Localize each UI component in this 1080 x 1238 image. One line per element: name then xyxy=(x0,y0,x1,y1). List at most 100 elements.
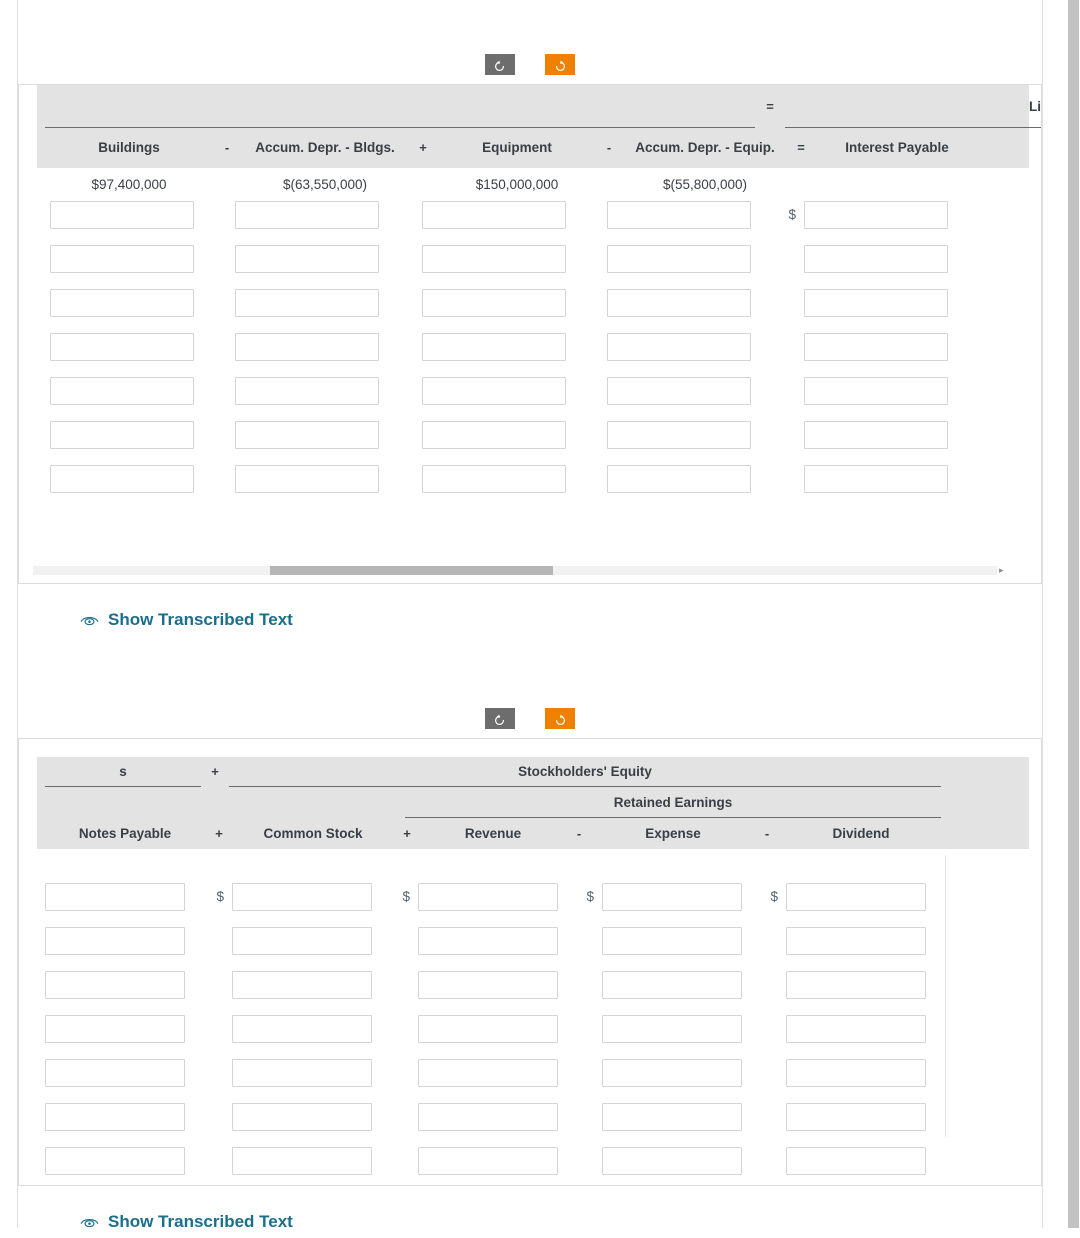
show-transcribed-text-label: Show Transcribed Text xyxy=(108,1212,293,1231)
entry-input-buildings[interactable] xyxy=(50,201,194,229)
entry-input-expense[interactable] xyxy=(602,971,742,999)
entry-input-common-stock[interactable] xyxy=(232,1103,372,1131)
table-row xyxy=(37,1103,1029,1147)
entry-input-notes-payable[interactable] xyxy=(45,971,185,999)
cell-notes-payable xyxy=(45,1015,185,1043)
entry-input-common-stock[interactable] xyxy=(232,1147,372,1175)
entry-input-accum-depr-bldgs[interactable] xyxy=(235,377,379,405)
cell-equipment xyxy=(422,201,566,229)
entry-input-dividend[interactable] xyxy=(786,927,926,955)
show-transcribed-text-link-1[interactable]: Show Transcribed Text xyxy=(18,604,293,636)
browser-scrollbar[interactable] xyxy=(1066,0,1080,1228)
entry-input-revenue[interactable] xyxy=(418,1015,558,1043)
table-row xyxy=(37,245,1029,289)
entry-input-accum-depr-bldgs[interactable] xyxy=(235,421,379,449)
entry-input-accum-depr-equip[interactable] xyxy=(607,421,751,449)
undo-button[interactable] xyxy=(484,54,515,75)
entry-input-buildings[interactable] xyxy=(50,465,194,493)
entry-input-accum-depr-bldgs[interactable] xyxy=(235,289,379,317)
column-header-cell: Buildings xyxy=(98,140,160,155)
table-vertical-divider xyxy=(945,855,946,1137)
redo-button[interactable] xyxy=(545,708,576,729)
entry-input-dividend[interactable] xyxy=(786,1103,926,1131)
redo-button[interactable] xyxy=(545,54,576,75)
entry-input-equipment[interactable] xyxy=(422,201,566,229)
horizontal-scrollbar-1[interactable]: ▸ xyxy=(19,558,1041,583)
entry-input-notes-payable[interactable] xyxy=(45,883,185,911)
entry-input-notes-payable[interactable] xyxy=(45,1147,185,1175)
entry-input-revenue[interactable] xyxy=(418,1103,558,1131)
entry-input-interest-payable[interactable] xyxy=(804,201,948,229)
entry-input-accum-depr-equip[interactable] xyxy=(607,333,751,361)
entry-input-buildings[interactable] xyxy=(50,421,194,449)
entry-input-accum-depr-bldgs[interactable] xyxy=(235,333,379,361)
entry-input-expense[interactable] xyxy=(602,927,742,955)
entry-input-revenue[interactable] xyxy=(418,971,558,999)
table-row xyxy=(37,333,1029,377)
entry-input-equipment[interactable] xyxy=(422,289,566,317)
show-transcribed-text-link-2[interactable]: Show Transcribed Text xyxy=(18,1206,293,1238)
worksheet-panel-2: s Stockholders' Equity + Retained Earnings… xyxy=(18,738,1042,1186)
entry-input-common-stock[interactable] xyxy=(232,883,372,911)
column-header-cell: Common Stock xyxy=(263,826,363,841)
entry-input-interest-payable[interactable] xyxy=(804,377,948,405)
cell-expense xyxy=(602,927,742,955)
entry-input-notes-payable[interactable] xyxy=(45,1015,185,1043)
currency-symbol: $ xyxy=(586,889,594,904)
entry-input-common-stock[interactable] xyxy=(232,1015,372,1043)
entry-input-buildings[interactable] xyxy=(50,245,194,273)
entry-input-notes-payable[interactable] xyxy=(45,927,185,955)
entry-input-revenue[interactable] xyxy=(418,883,558,911)
entry-input-notes-payable[interactable] xyxy=(45,1103,185,1131)
entry-input-revenue[interactable] xyxy=(418,927,558,955)
undo-button[interactable] xyxy=(484,708,515,729)
entry-input-dividend[interactable] xyxy=(786,1147,926,1175)
entry-input-dividend[interactable] xyxy=(786,1015,926,1043)
entry-input-expense[interactable] xyxy=(602,1015,742,1043)
entry-input-interest-payable[interactable] xyxy=(804,245,948,273)
entry-input-expense[interactable] xyxy=(602,1103,742,1131)
entry-input-expense[interactable] xyxy=(602,1147,742,1175)
entry-input-interest-payable[interactable] xyxy=(804,289,948,317)
entry-input-expense[interactable] xyxy=(602,883,742,911)
entry-input-equipment[interactable] xyxy=(422,421,566,449)
toolbar-2 xyxy=(18,708,1042,738)
entry-input-dividend[interactable] xyxy=(786,971,926,999)
entry-input-equipment[interactable] xyxy=(422,245,566,273)
scroll-right-arrow-icon[interactable]: ▸ xyxy=(999,564,1004,576)
scrollbar-thumb[interactable] xyxy=(270,566,553,575)
entry-input-common-stock[interactable] xyxy=(232,927,372,955)
entry-input-accum-depr-equip[interactable] xyxy=(607,377,751,405)
column-header-row-2: Notes Payable + Common Stock + Revenue - Expen… xyxy=(37,818,1029,849)
entry-input-dividend[interactable] xyxy=(786,883,926,911)
entry-input-equipment[interactable] xyxy=(422,377,566,405)
cell-equipment xyxy=(422,465,566,493)
entry-input-accum-depr-equip[interactable] xyxy=(607,201,751,229)
entry-input-revenue[interactable] xyxy=(418,1059,558,1087)
entry-input-accum-depr-equip[interactable] xyxy=(607,245,751,273)
entry-input-accum-depr-equip[interactable] xyxy=(607,289,751,317)
cell-equipment xyxy=(422,377,566,405)
entry-input-buildings[interactable] xyxy=(50,333,194,361)
entry-input-interest-payable[interactable] xyxy=(804,465,948,493)
entry-input-interest-payable[interactable] xyxy=(804,421,948,449)
browser-scrollbar-thumb[interactable] xyxy=(1068,0,1079,1228)
entry-input-accum-depr-bldgs[interactable] xyxy=(235,465,379,493)
entry-input-accum-depr-equip[interactable] xyxy=(607,465,751,493)
cell-accum-depr-equip xyxy=(607,289,751,317)
entry-input-common-stock[interactable] xyxy=(232,1059,372,1087)
entry-input-buildings[interactable] xyxy=(50,377,194,405)
entry-input-revenue[interactable] xyxy=(418,1147,558,1175)
entry-input-buildings[interactable] xyxy=(50,289,194,317)
entry-input-accum-depr-bldgs[interactable] xyxy=(235,245,379,273)
entry-input-expense[interactable] xyxy=(602,1059,742,1087)
entry-input-equipment[interactable] xyxy=(422,465,566,493)
cell-common-stock xyxy=(232,1059,372,1087)
entry-input-dividend[interactable] xyxy=(786,1059,926,1087)
entry-input-accum-depr-bldgs[interactable] xyxy=(235,201,379,229)
entry-input-notes-payable[interactable] xyxy=(45,1059,185,1087)
entry-input-interest-payable[interactable] xyxy=(804,333,948,361)
entry-input-equipment[interactable] xyxy=(422,333,566,361)
entry-input-common-stock[interactable] xyxy=(232,971,372,999)
column-operator: - xyxy=(224,140,230,155)
